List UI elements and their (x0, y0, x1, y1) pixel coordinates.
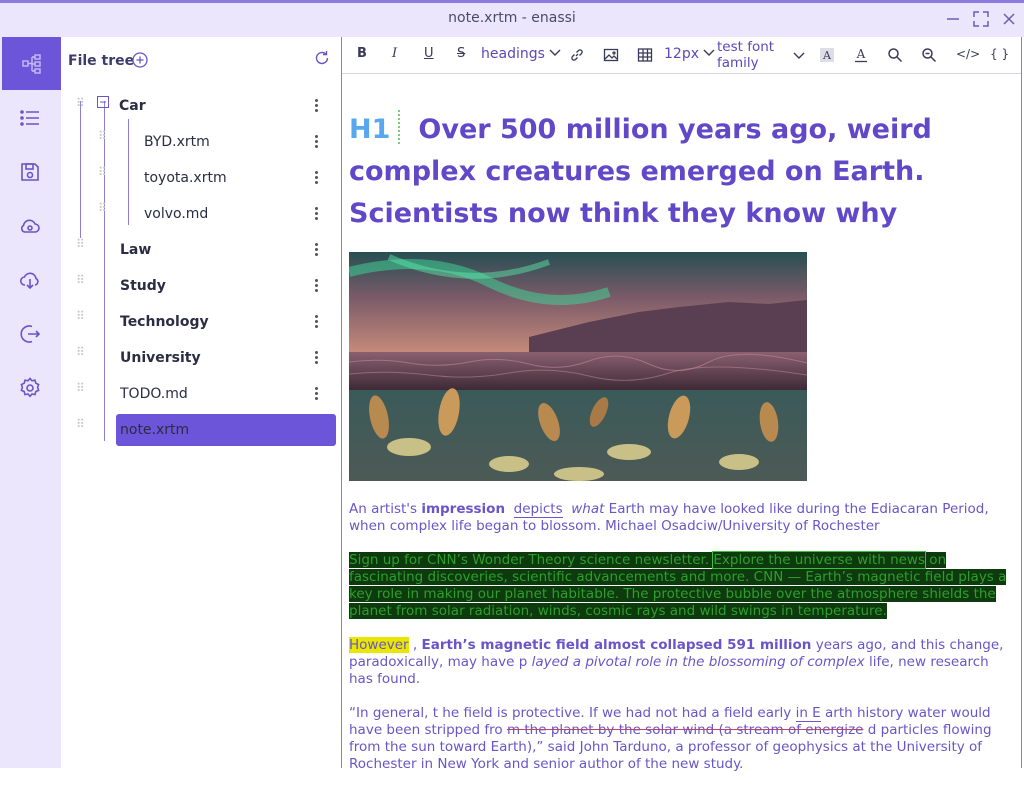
tree-item-law[interactable]: ⠿ Law (61, 234, 341, 266)
editor-pane: B I U S headings 12px test font family A… (341, 37, 1022, 772)
image-caption: An artist's impression depicts what Eart… (349, 501, 989, 534)
tree-item-label: toyota.xrtm (144, 170, 227, 186)
tree-item-note[interactable]: ⠿ note.xrtm (61, 414, 341, 446)
more-options-icon[interactable] (309, 134, 323, 150)
font-size-label: 12px (664, 46, 699, 62)
highlight-color-icon[interactable]: A (819, 47, 835, 63)
tree-item-byd[interactable]: ⠿ BYD.xrtm (61, 126, 341, 158)
tree-item-label: Technology (120, 314, 209, 330)
drag-handle-icon[interactable]: ⠿ (98, 201, 107, 215)
gear-icon[interactable] (18, 376, 42, 400)
title-bar: note.xrtm - enassi (0, 0, 1024, 37)
tree-item-label: Car (119, 98, 146, 114)
strikethrough-button[interactable]: S (457, 45, 465, 63)
tree-item-label: TODO.md (120, 386, 188, 402)
drag-handle-icon[interactable]: ⠿ (98, 129, 107, 143)
heading-divider (398, 110, 401, 144)
add-circle-icon[interactable] (132, 52, 148, 68)
font-family-label: test font family (717, 39, 775, 71)
editor-toolbar: B I U S headings 12px test font family A… (342, 37, 1021, 74)
window-title: note.xrtm - enassi (448, 10, 576, 26)
headings-select[interactable]: headings (481, 45, 561, 63)
link-icon[interactable] (569, 47, 585, 63)
headings-label: headings (481, 46, 545, 62)
cloud-sync-icon[interactable] (18, 214, 42, 238)
tree-item-study[interactable]: ⠿ Study (61, 270, 341, 302)
logout-icon[interactable] (18, 322, 42, 346)
more-options-icon[interactable] (309, 386, 323, 402)
activity-bar (0, 37, 61, 768)
bold-button[interactable]: B (357, 45, 367, 63)
more-options-icon[interactable] (309, 314, 323, 330)
tree-item-label: Study (120, 278, 166, 294)
tree-item-label: note.xrtm (120, 422, 190, 438)
text-color-icon[interactable]: A (853, 47, 869, 63)
drag-handle-icon[interactable]: ⠿ (76, 309, 85, 323)
drag-handle-icon[interactable]: ⠿ (76, 417, 85, 431)
panel-title: File tree (68, 53, 135, 69)
tree-item-toyota[interactable]: ⠿ toyota.xrtm (61, 162, 341, 194)
tree-item-label: BYD.xrtm (144, 134, 210, 150)
heading-block: H1 Over 500 million years ago, weird comp… (349, 109, 1009, 235)
tree-item-label: volvo.md (144, 206, 209, 222)
search-icon[interactable] (887, 47, 903, 63)
list-icon[interactable] (18, 106, 42, 130)
file-tree-panel: File tree ⠿ Car ⠿ BYD.xrtm ⠿ toyota.xrtm… (61, 37, 341, 768)
chevron-down-icon[interactable] (793, 51, 805, 61)
chevron-down-icon (703, 49, 715, 56)
drag-handle-icon[interactable]: ⠿ (76, 96, 85, 110)
maximize-icon (973, 11, 989, 27)
cloud-download-icon[interactable] (18, 268, 42, 292)
heading-level-tag: H1 (349, 114, 391, 145)
refresh-icon[interactable] (313, 49, 331, 67)
font-size-select[interactable]: 12px (664, 45, 715, 63)
tree-structure-icon (22, 54, 41, 74)
ediacaran-illustration (347, 252, 808, 481)
font-family-select[interactable]: test font family (717, 39, 787, 71)
drag-handle-icon[interactable]: ⠿ (76, 381, 85, 395)
article-image (347, 252, 808, 481)
drag-handle-icon[interactable]: ⠿ (98, 165, 107, 179)
close-icon (1003, 13, 1015, 25)
minimize-button[interactable] (943, 9, 963, 29)
more-options-icon[interactable] (309, 350, 323, 366)
save-icon[interactable] (18, 160, 42, 184)
paragraph-newsletter: Sign up for CNN’s Wonder Theory science … (349, 551, 1007, 619)
more-options-icon[interactable] (309, 242, 323, 258)
maximize-button[interactable] (971, 9, 991, 29)
tree-item-label: Law (120, 242, 152, 258)
close-button[interactable] (999, 9, 1019, 29)
find-replace-icon[interactable] (921, 47, 937, 63)
more-options-icon[interactable] (309, 170, 323, 186)
json-button[interactable]: { } (990, 45, 1009, 63)
italic-button[interactable]: I (392, 45, 397, 63)
file-tree-nav-button[interactable] (2, 37, 61, 90)
code-button[interactable]: </> (956, 45, 980, 63)
svg-text:A: A (856, 47, 866, 61)
tree-item-technology[interactable]: ⠿ Technology (61, 306, 341, 338)
minimize-icon (947, 18, 959, 20)
drag-handle-icon[interactable]: ⠿ (76, 345, 85, 359)
tree-item-todo[interactable]: ⠿ TODO.md (61, 378, 341, 410)
drag-handle-icon[interactable]: ⠿ (76, 237, 85, 251)
tree-item-volvo[interactable]: ⠿ volvo.md (61, 198, 341, 230)
collapse-icon[interactable] (97, 96, 109, 108)
tree-item-university[interactable]: ⠿ University (61, 342, 341, 374)
more-options-icon[interactable] (309, 278, 323, 294)
chevron-down-icon (549, 49, 561, 56)
tree-item-car[interactable]: ⠿ Car (61, 90, 341, 122)
paragraph-magnetic-field: However , Earth’s magnetic field almost … (349, 637, 1004, 687)
editor-content[interactable]: H1 Over 500 million years ago, weird comp… (347, 109, 1009, 790)
table-icon[interactable] (637, 47, 653, 63)
paragraph-quote: “In general, t he field is protective. I… (349, 705, 992, 772)
svg-text:A: A (822, 49, 832, 62)
tree-item-label: University (120, 350, 201, 366)
heading-text: Over 500 million years ago, weird comple… (349, 114, 932, 229)
image-icon[interactable] (603, 47, 619, 63)
underline-button[interactable]: U (424, 45, 434, 63)
more-options-icon[interactable] (309, 98, 323, 114)
more-options-icon[interactable] (309, 206, 323, 222)
drag-handle-icon[interactable]: ⠿ (76, 273, 85, 287)
